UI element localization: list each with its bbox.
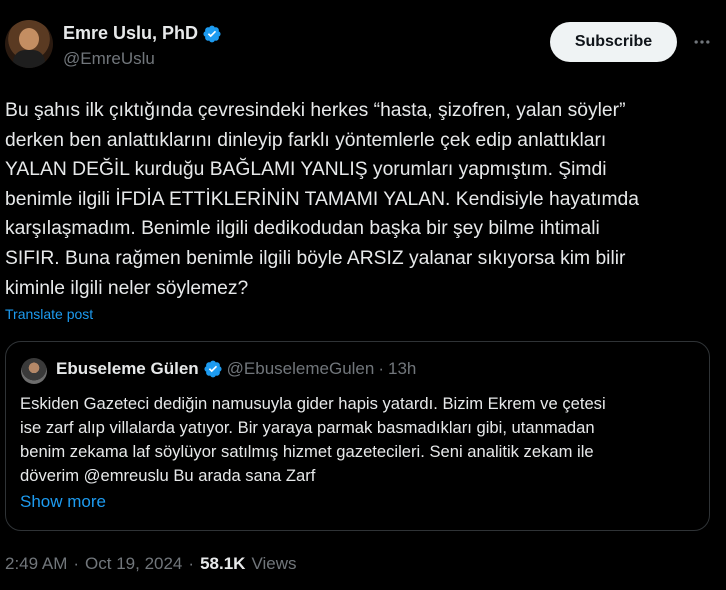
quoted-tweet[interactable]: Ebuseleme Gülen @EbuselemeGulen · 13h Es… (5, 341, 710, 531)
separator-dot: · (378, 359, 385, 378)
tweet-header: Emre Uslu, PhD @EmreUslu Subscribe (0, 0, 726, 90)
quoted-author-name[interactable]: Ebuseleme Gülen (56, 359, 199, 379)
tweet-meta: 2:49 AM · Oct 19, 2024 · 58.1K Views (5, 554, 296, 574)
quoted-tweet-text: Eskiden Gazeteci dediğin namusuyla gider… (20, 394, 606, 485)
separator-dot: · (73, 554, 80, 573)
author-avatar[interactable] (5, 20, 53, 68)
more-icon[interactable] (690, 30, 714, 54)
views-label: Views (251, 554, 297, 573)
separator-dot: · (188, 554, 195, 573)
author-handle[interactable]: @EmreUslu (63, 49, 155, 69)
quoted-author-avatar[interactable] (21, 358, 47, 384)
views-count: 58.1K (200, 554, 246, 573)
quoted-tweet-time[interactable]: 13h (388, 359, 416, 379)
quoted-author-handle[interactable]: @EbuselemeGulen (227, 359, 375, 379)
tweet-date[interactable]: Oct 19, 2024 (85, 554, 182, 574)
subscribe-button[interactable]: Subscribe (550, 22, 677, 62)
quoted-tweet-header: Ebuseleme Gülen @EbuselemeGulen · 13h (56, 359, 416, 379)
translate-post-link[interactable]: Translate post (5, 306, 93, 322)
verified-badge-icon[interactable] (203, 359, 223, 379)
author-name-line: Emre Uslu, PhD (63, 23, 222, 44)
tweet-time[interactable]: 2:49 AM (5, 554, 67, 574)
avatar-body (13, 50, 45, 68)
author-display-name[interactable]: Emre Uslu, PhD (63, 23, 198, 44)
tweet-text: Bu şahıs ilk çıktığında çevresindeki her… (5, 100, 640, 299)
avatar-face (19, 28, 39, 50)
show-more-link[interactable]: Show more (20, 492, 106, 512)
verified-badge-icon[interactable] (202, 24, 222, 44)
